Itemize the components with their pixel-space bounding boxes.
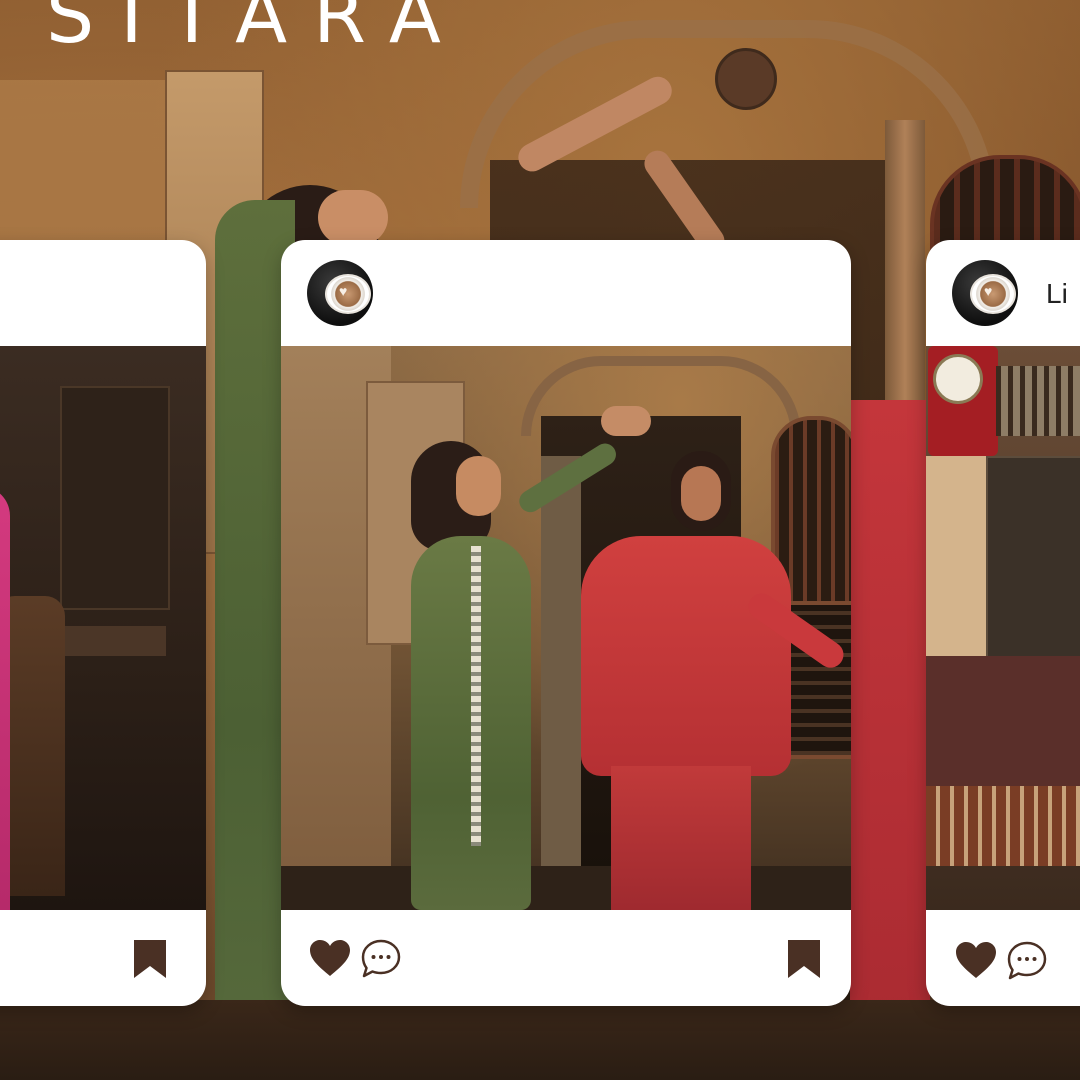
latte-cup-icon (970, 274, 1016, 314)
bookmark-icon[interactable] (786, 938, 822, 980)
photo-scene (0, 346, 206, 910)
photo-joined-hands (601, 406, 651, 436)
photo-cabinet (60, 386, 170, 610)
photo-cabinet (986, 456, 1080, 660)
photo-window-bars (996, 366, 1080, 436)
photo-scene (281, 346, 851, 910)
latte-heart-icon: ♥ (984, 283, 993, 299)
post-actions (0, 910, 206, 1006)
post-header: ♥ (281, 240, 851, 346)
bg-figure-face (318, 190, 388, 245)
photo-rug (926, 786, 1080, 866)
photo-figure-green-face (456, 456, 501, 516)
brand-title: SITARA (46, 0, 467, 60)
latte-heart-icon: ♥ (339, 283, 348, 299)
post-username[interactable]: Li (1046, 278, 1068, 310)
post-header: ♥ Li (926, 240, 1080, 346)
photo-figure-pink (0, 486, 10, 910)
clock-face (933, 354, 983, 404)
post-card-right[interactable]: ♥ Li (926, 240, 1080, 1006)
photo-sofa (926, 656, 1080, 796)
bg-figure-red (850, 400, 930, 1080)
bookmark-icon[interactable] (132, 938, 168, 980)
post-actions (926, 910, 1080, 1006)
coffee-latte-art-avatar[interactable]: ♥ (307, 260, 373, 326)
photo-floor (281, 866, 851, 910)
comment-icon[interactable] (1006, 940, 1048, 982)
bg-medallion (715, 48, 777, 110)
coffee-latte-art-avatar[interactable]: ♥ (952, 260, 1018, 326)
post-photo[interactable] (926, 346, 1080, 910)
photo-figure-red-pants (611, 766, 751, 910)
post-photo[interactable] (281, 346, 851, 910)
photo-wall-clock (928, 346, 998, 456)
post-actions (281, 910, 851, 1006)
post-card-center[interactable]: ♥ (281, 240, 851, 1006)
photo-scene (926, 346, 1080, 910)
photo-door-panel (541, 456, 581, 910)
latte-cup-icon (325, 274, 371, 314)
heart-icon[interactable] (308, 938, 352, 978)
bg-floor (0, 1000, 1080, 1080)
post-header (0, 240, 206, 346)
post-photo[interactable] (0, 346, 206, 910)
heart-icon[interactable] (954, 940, 998, 980)
photo-mirror-trim (471, 546, 481, 846)
photo-figure-red-face (681, 466, 721, 521)
photo-table (60, 626, 166, 656)
comment-icon[interactable] (360, 938, 402, 980)
post-card-left[interactable] (0, 240, 206, 1006)
photo-wall (926, 456, 986, 656)
photo-figure-red-kurta (581, 536, 791, 776)
